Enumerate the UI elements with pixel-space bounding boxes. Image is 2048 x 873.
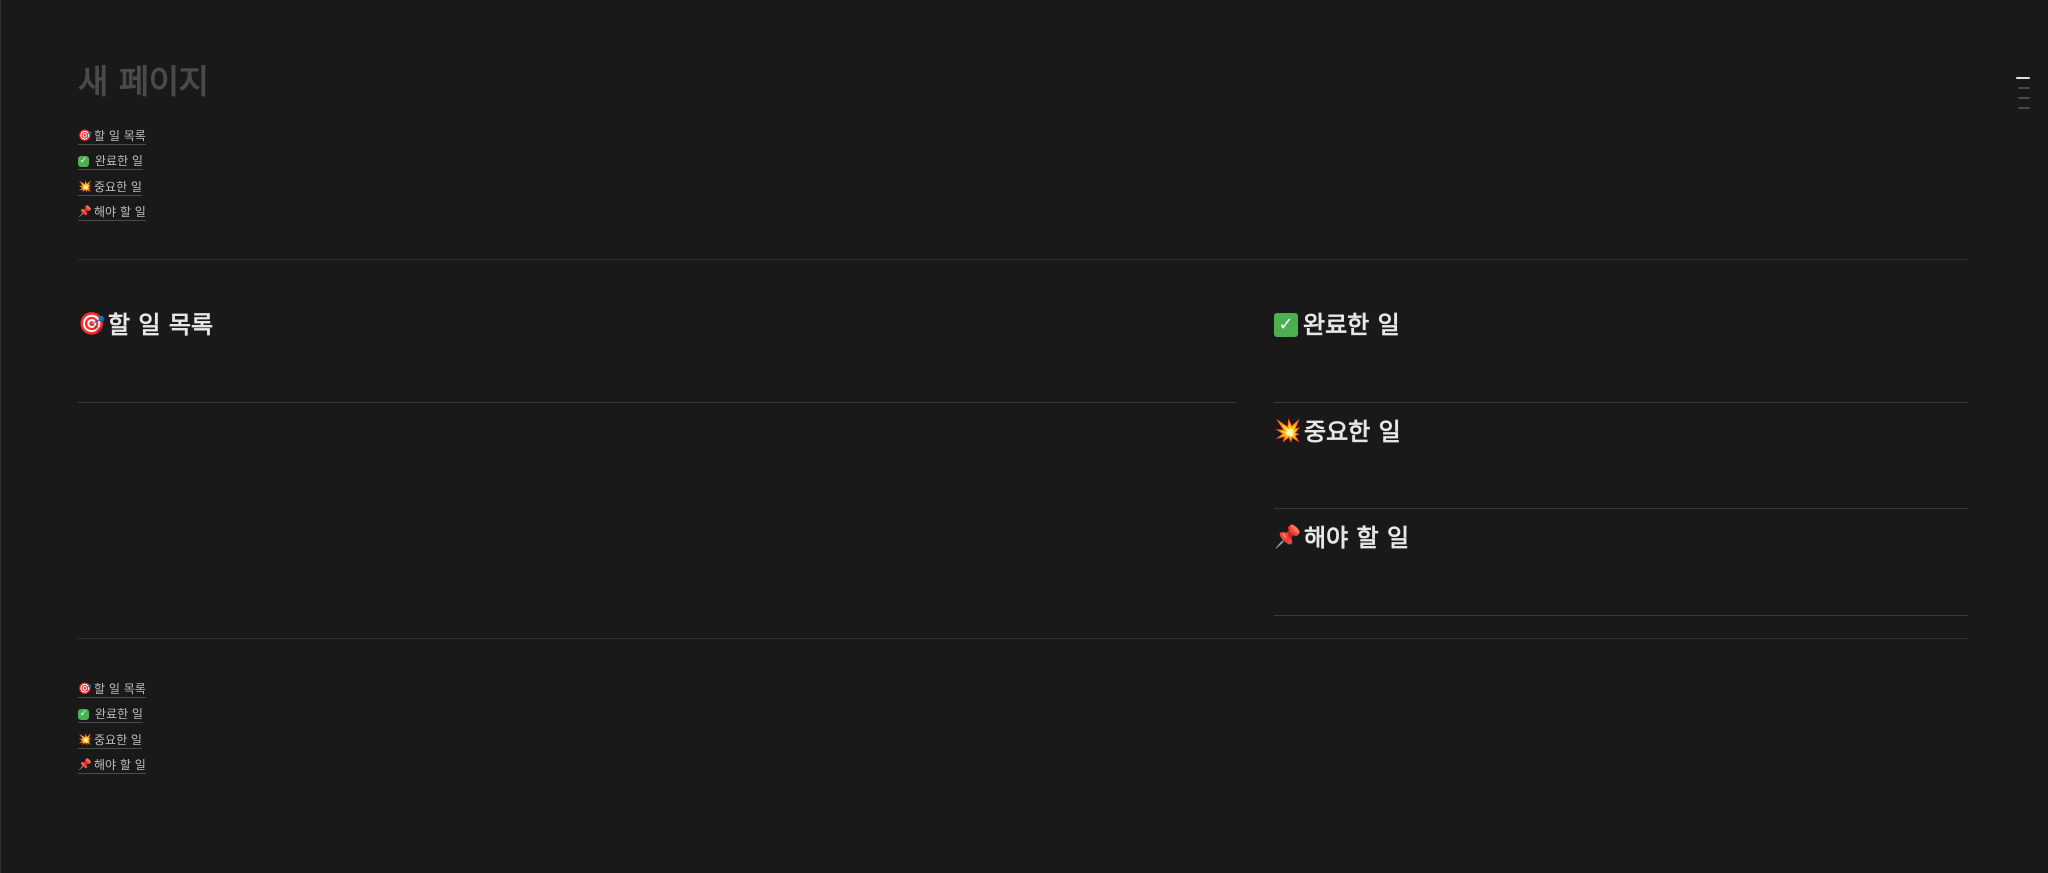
- page-title[interactable]: 새 페이지: [78, 62, 209, 102]
- check-mark-button-icon: ✓: [78, 155, 89, 167]
- column-left: 🎯 할 일 목록: [78, 296, 1236, 403]
- divider-bottom: [78, 638, 1968, 639]
- toc-item-label: 완료한 일: [95, 707, 143, 722]
- heading-label: 해야 할 일: [1304, 524, 1410, 552]
- column-right: ✓ 완료한 일 💥 중요한 일 📌 해야 할 일: [1274, 296, 1968, 616]
- divider-top: [78, 259, 1968, 260]
- check-mark-button-icon: ✓: [1274, 313, 1298, 337]
- section-must-do: 📌 해야 할 일: [1274, 509, 1968, 616]
- toc-item-label: 해야 할 일: [94, 758, 146, 773]
- heading-important[interactable]: 💥 중요한 일: [1274, 415, 1401, 449]
- pushpin-icon: 📌: [78, 758, 92, 772]
- toc-item-important[interactable]: 💥 중요한 일: [78, 175, 146, 200]
- outline-marker[interactable]: [2018, 97, 2030, 99]
- section-rule: [78, 401, 1236, 403]
- outline-marker-active[interactable]: [2016, 77, 2030, 79]
- toc-item-must-do[interactable]: 📌 해야 할 일: [78, 753, 146, 778]
- toc-item-done[interactable]: ✓ 완료한 일: [78, 149, 146, 174]
- table-of-contents-bottom: 🎯 할 일 목록 ✓ 완료한 일 💥 중요한 일 📌 해야 할 일: [78, 677, 146, 778]
- page-outline-minimap[interactable]: [2016, 77, 2032, 117]
- section-todo-list: 🎯 할 일 목록: [78, 296, 1236, 403]
- check-mark-button-icon: ✓: [78, 708, 89, 720]
- table-of-contents-top: 🎯 할 일 목록 ✓ 완료한 일 💥 중요한 일 📌 해야 할 일: [78, 124, 146, 225]
- toc-item-label: 해야 할 일: [94, 205, 146, 220]
- direct-hit-target-icon: 🎯: [78, 129, 92, 143]
- pushpin-icon: 📌: [78, 205, 92, 219]
- collision-icon: 💥: [78, 179, 92, 193]
- pushpin-icon: 📌: [1274, 525, 1302, 550]
- heading-label: 할 일 목록: [108, 311, 214, 339]
- heading-label: 중요한 일: [1304, 417, 1401, 446]
- toc-item-todo-list[interactable]: 🎯 할 일 목록: [78, 677, 146, 702]
- heading-must-do[interactable]: 📌 해야 할 일: [1274, 521, 1409, 555]
- section-done: ✓ 완료한 일: [1274, 296, 1968, 403]
- toc-item-must-do[interactable]: 📌 해야 할 일: [78, 200, 146, 225]
- heading-todo-list[interactable]: 🎯 할 일 목록: [78, 308, 213, 342]
- outline-marker[interactable]: [2018, 107, 2030, 109]
- heading-label: 완료한 일: [1303, 311, 1400, 339]
- toc-item-done[interactable]: ✓ 완료한 일: [78, 702, 146, 727]
- direct-hit-target-icon: 🎯: [78, 312, 106, 337]
- collision-icon: 💥: [78, 732, 92, 746]
- toc-item-important[interactable]: 💥 중요한 일: [78, 728, 146, 753]
- collision-icon: 💥: [1274, 418, 1302, 444]
- direct-hit-target-icon: 🎯: [78, 682, 92, 696]
- window-left-edge: [0, 0, 1, 873]
- section-rule: [1274, 614, 1968, 616]
- section-important: 💥 중요한 일: [1274, 403, 1968, 509]
- heading-done[interactable]: ✓ 완료한 일: [1274, 308, 1400, 342]
- toc-item-label: 할 일 목록: [94, 682, 146, 697]
- toc-item-label: 중요한 일: [94, 179, 142, 194]
- toc-item-label: 완료한 일: [95, 154, 143, 169]
- toc-item-todo-list[interactable]: 🎯 할 일 목록: [78, 124, 146, 149]
- toc-item-label: 중요한 일: [94, 732, 142, 747]
- outline-marker[interactable]: [2018, 87, 2030, 89]
- toc-item-label: 할 일 목록: [94, 129, 146, 144]
